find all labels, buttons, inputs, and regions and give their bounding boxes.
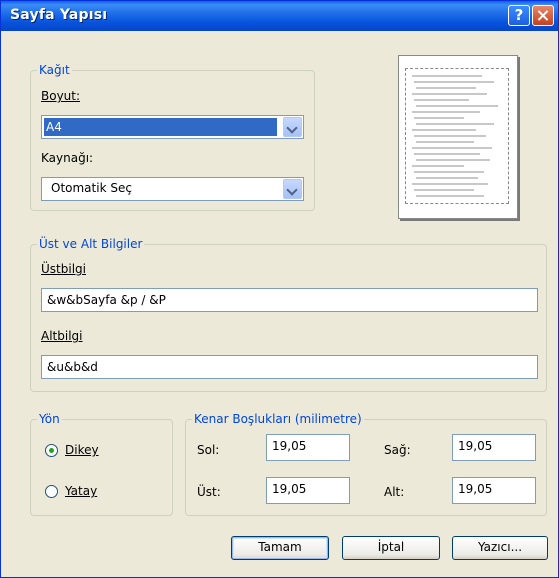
close-button[interactable] — [532, 5, 554, 26]
header-footer-group-label: Üst ve Alt Bilgiler — [39, 237, 143, 251]
margin-right-value: 19,05 — [458, 439, 493, 453]
preview-text-line — [412, 93, 487, 95]
preview-text-line — [412, 147, 492, 149]
preview-text-line — [412, 75, 482, 77]
preview-text-line — [416, 195, 484, 197]
source-value: Otomatik Seç — [51, 181, 132, 195]
cancel-button[interactable]: İptal — [342, 536, 440, 560]
size-select[interactable]: A4 — [41, 115, 304, 139]
size-label: Boyut: — [41, 89, 81, 103]
margin-top-value: 19,05 — [272, 482, 307, 496]
source-label: Kaynağı: — [41, 151, 94, 165]
footer-input[interactable]: &u&b&d — [41, 355, 538, 379]
window-title: Sayfa Yapısı — [10, 7, 108, 23]
preview-text-line — [414, 189, 474, 191]
preview-text-line — [414, 135, 486, 137]
chevron-down-icon[interactable] — [283, 179, 302, 199]
margin-top-label: Üst: — [197, 485, 221, 499]
orientation-group: Yön — [30, 412, 173, 516]
ok-button[interactable]: Tamam — [231, 536, 329, 560]
help-button[interactable]: ? — [508, 5, 530, 26]
landscape-label[interactable]: Yatay — [65, 484, 97, 498]
preview-text-line — [416, 141, 474, 143]
header-value: &w&bSayfa &p / &P — [47, 293, 166, 307]
preview-text-line — [414, 117, 464, 119]
preview-text-line — [414, 81, 494, 83]
preview-text-line — [412, 183, 488, 185]
preview-text-line — [416, 177, 478, 179]
orientation-group-label: Yön — [39, 412, 60, 426]
margin-left-input[interactable]: 19,05 — [266, 434, 350, 461]
margin-right-input[interactable]: 19,05 — [452, 434, 536, 461]
margin-bottom-input[interactable]: 19,05 — [452, 477, 536, 504]
page-setup-dialog: Sayfa Yapısı ? Kağıt Boyut: A4 Kaynağı: … — [0, 0, 559, 578]
preview-text-line — [416, 105, 498, 107]
margin-bottom-label: Alt: — [384, 485, 405, 499]
portrait-radio[interactable] — [45, 444, 58, 457]
preview-text-line — [416, 123, 494, 125]
portrait-label[interactable]: Dikey — [65, 443, 99, 457]
preview-text-line — [412, 111, 480, 113]
header-input[interactable]: &w&bSayfa &p / &P — [41, 288, 538, 312]
preview-margin-box — [405, 68, 509, 204]
margin-left-label: Sol: — [197, 443, 220, 457]
margin-bottom-value: 19,05 — [458, 482, 493, 496]
footer-label: Altbilgi — [41, 329, 83, 343]
landscape-radio[interactable] — [45, 485, 58, 498]
preview-text-line — [414, 99, 469, 101]
margin-top-input[interactable]: 19,05 — [266, 477, 350, 504]
page-preview — [398, 55, 518, 219]
preview-text-line — [414, 171, 484, 173]
paper-group-label: Kağıt — [39, 63, 70, 77]
margin-right-label: Sağ: — [384, 443, 411, 457]
footer-value: &u&b&d — [47, 360, 98, 374]
preview-text-line — [412, 129, 476, 131]
preview-text-line — [414, 153, 480, 155]
size-value: A4 — [44, 118, 277, 136]
printer-button[interactable]: Yazıcı... — [452, 536, 548, 560]
preview-text-line — [416, 159, 490, 161]
preview-text-line — [412, 165, 464, 167]
preview-text-line — [416, 87, 476, 89]
header-label: Üstbilgi — [41, 262, 86, 276]
margin-left-value: 19,05 — [272, 439, 307, 453]
title-bar[interactable]: Sayfa Yapısı ? — [1, 1, 558, 31]
chevron-down-icon[interactable] — [283, 117, 302, 137]
source-select[interactable]: Otomatik Seç — [41, 177, 304, 201]
margins-group-label: Kenar Boşlukları (milimetre) — [194, 412, 362, 426]
